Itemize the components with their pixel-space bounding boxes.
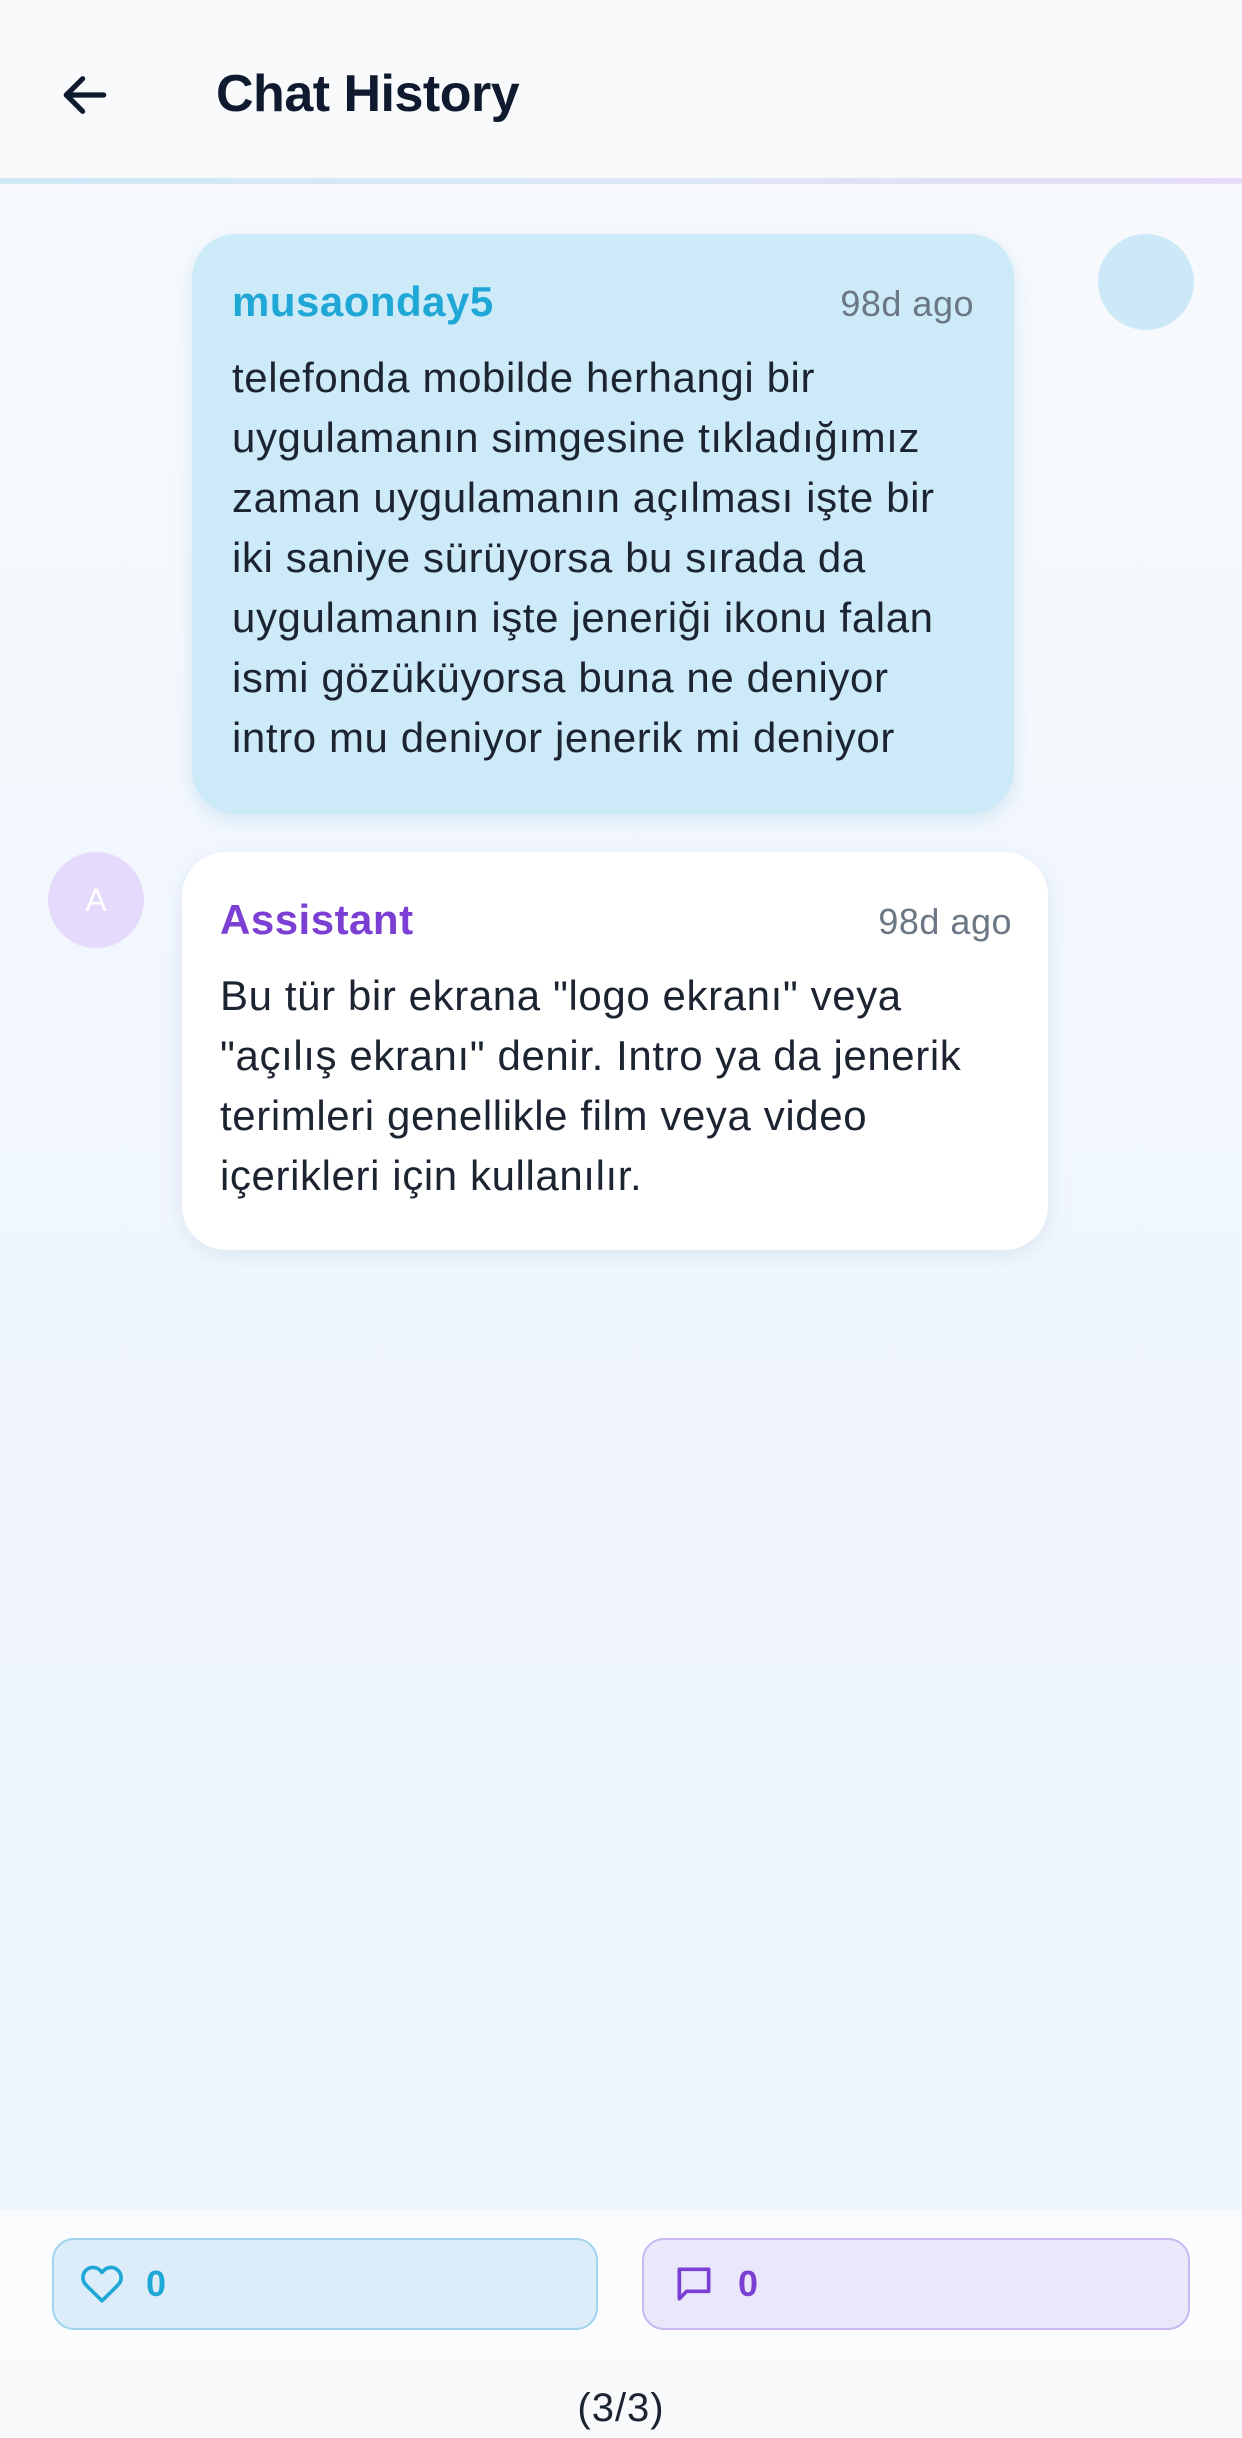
- chat-history-screen: Chat History musaonday5 98d ago telefond…: [0, 0, 1242, 2438]
- message-header: Assistant 98d ago: [220, 896, 1012, 944]
- page-title: Chat History: [216, 65, 520, 123]
- comment-icon: [677, 2267, 711, 2301]
- heart-icon: [81, 2265, 123, 2303]
- user-message-bubble: musaonday5 98d ago telefonda mobilde her…: [192, 234, 1014, 814]
- arrow-left-icon: [63, 76, 107, 114]
- message-timestamp: 98d ago: [878, 901, 1012, 942]
- comment-button[interactable]: 0: [642, 2238, 1190, 2330]
- pagination-indicator: (3/3): [577, 2386, 665, 2430]
- back-button[interactable]: [52, 62, 118, 128]
- like-button[interactable]: 0: [52, 2238, 598, 2330]
- message-author: Assistant: [220, 896, 414, 943]
- like-count: 0: [146, 2263, 167, 2304]
- message-header: musaonday5 98d ago: [232, 278, 974, 326]
- message-text: telefonda mobilde herhangi bir uygulaman…: [232, 354, 935, 761]
- assistant-message-bubble: Assistant 98d ago Bu tür bir ekrana "log…: [182, 852, 1048, 1250]
- message-timestamp: 98d ago: [840, 283, 974, 324]
- comment-count: 0: [738, 2263, 759, 2304]
- message-author[interactable]: musaonday5: [232, 278, 494, 326]
- header-divider: [0, 178, 1242, 184]
- assistant-avatar: A: [48, 852, 144, 948]
- user-avatar[interactable]: [1098, 234, 1194, 330]
- message-text: Bu tür bir ekrana "logo ekranı" veya "aç…: [220, 972, 962, 1199]
- header: Chat History: [0, 0, 1242, 182]
